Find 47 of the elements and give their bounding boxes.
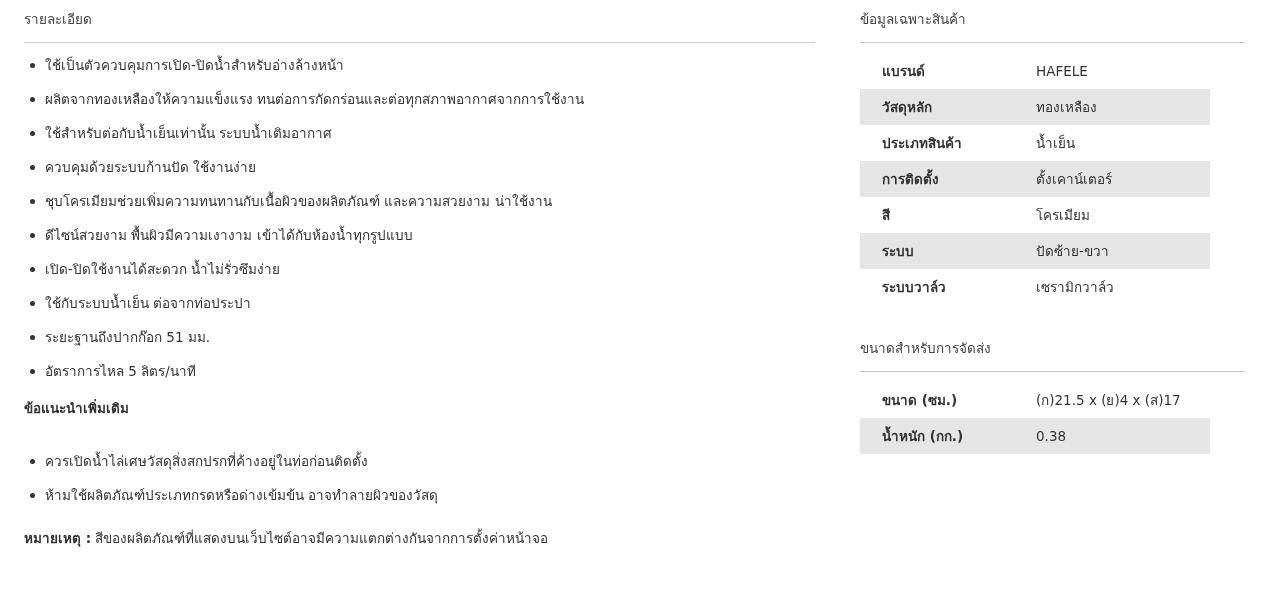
spec-value: น้ำเย็น xyxy=(1036,132,1076,153)
advice-item: ห้ามใช้ผลิตภัณฑ์ประเภทกรดหรือด่างเข้มข้น อาจทำลายผิวของวัสดุ xyxy=(45,486,439,506)
spec-value: (ก)21.5 x (ย)4 x (ส)17 xyxy=(1036,391,1182,410)
spec-value: ตั้งเคาน์เตอร์ xyxy=(1036,168,1113,189)
feature-item: เปิด-ปิดใช้งานได้สะดวก น้ำไม่รั่วซึมง่าย xyxy=(45,258,281,279)
bullet-icon xyxy=(30,334,35,340)
spec-value: เซรามิกวาล์ว xyxy=(1036,278,1115,297)
feature-item: ดีไซน์สวยงาม พื้นผิวมีความเงางาม เข้าได้กับห้องน้ำทุกรูปแบบ xyxy=(45,224,413,246)
feature-item: ผลิตจากทองเหลืองให้ความแข็งแรง ทนต่อการกัดกร่อนและต่อทุกสภาพอากาศจากการใช้งาน xyxy=(45,89,585,110)
bullet-icon xyxy=(30,368,35,374)
advice-item: ควรเปิดน้ำไล่เศษวัสดุสิ่งสกปรกที่ค้างอยู่ในท่อก่อนติดตั้ง xyxy=(45,450,368,472)
spec-label: การติดตั้ง xyxy=(882,168,940,189)
bullet-icon xyxy=(30,492,35,498)
spec-value: HAFELE xyxy=(1036,63,1089,79)
spec-label: ประเภทสินค้า xyxy=(882,134,963,153)
bullet-icon xyxy=(30,198,35,204)
feature-item: ใช้สำหรับต่อกับน้ำเย็นเท่านั้น ระบบน้ำเติมอากาศ xyxy=(45,122,333,143)
spec-label: แบรนด์ xyxy=(882,62,926,81)
spec-label: น้ำหนัก (กก.) xyxy=(882,425,965,446)
note-text: หมายเหตุ : สีของผลิตภัณฑ์ที่แสดงบนเว็บไซต์อาจมีความแตกต่างกันจากการตั้งค่าหน้าจอ xyxy=(24,527,550,549)
feature-item: ควบคุมด้วยระบบก้านปัด ใช้งานง่าย xyxy=(45,158,257,178)
spec-value: ทองเหลือง xyxy=(1036,98,1098,117)
spec-label: ระบบวาล์ว xyxy=(882,278,947,297)
feature-item: ชุบโครเมียมช่วยเพิ่มความทนทานกับเนื้อผิวของผลิตภัณฑ์ และความสวยงาม น่าใช้งาน xyxy=(45,190,552,212)
bullet-icon xyxy=(30,300,35,306)
spec-label: ขนาด (ซม.) xyxy=(882,391,959,410)
spec-label: สี xyxy=(882,206,892,225)
section-title: รายละเอียด xyxy=(24,10,93,29)
bullet-icon xyxy=(30,62,35,68)
section-title: ขนาดสำหรับการจัดส่ง xyxy=(860,339,992,358)
advice-heading: ข้อแนะนำเพิ่มเติม xyxy=(24,398,130,418)
bullet-icon xyxy=(30,96,35,102)
spec-value: โครเมียม xyxy=(1036,206,1091,225)
bullet-icon xyxy=(30,164,35,170)
feature-item: ใช้กับระบบน้ำเย็น ต่อจากท่อประปา xyxy=(45,292,252,313)
spec-value: ปัดซ้าย-ขวา xyxy=(1036,242,1110,261)
bullet-icon xyxy=(30,458,35,464)
spec-value: 0.38 xyxy=(1036,428,1068,444)
feature-item: ใช้เป็นตัวควบคุมการเปิด-ปิดน้ำสำหรับอ่างล้างหน้า xyxy=(45,54,344,76)
bullet-icon xyxy=(30,130,35,136)
spec-label: วัสดุหลัก xyxy=(882,98,933,118)
section-title: ข้อมูลเฉพาะสินค้า xyxy=(860,10,967,30)
bullet-icon xyxy=(30,232,35,238)
spec-label: ระบบ xyxy=(882,242,915,261)
feature-item: ระยะฐานถึงปากก๊อก 51 มม. xyxy=(45,328,211,348)
bullet-icon xyxy=(30,266,35,272)
feature-item: อัตราการไหล 5 ลิตร/นาที xyxy=(45,362,196,381)
